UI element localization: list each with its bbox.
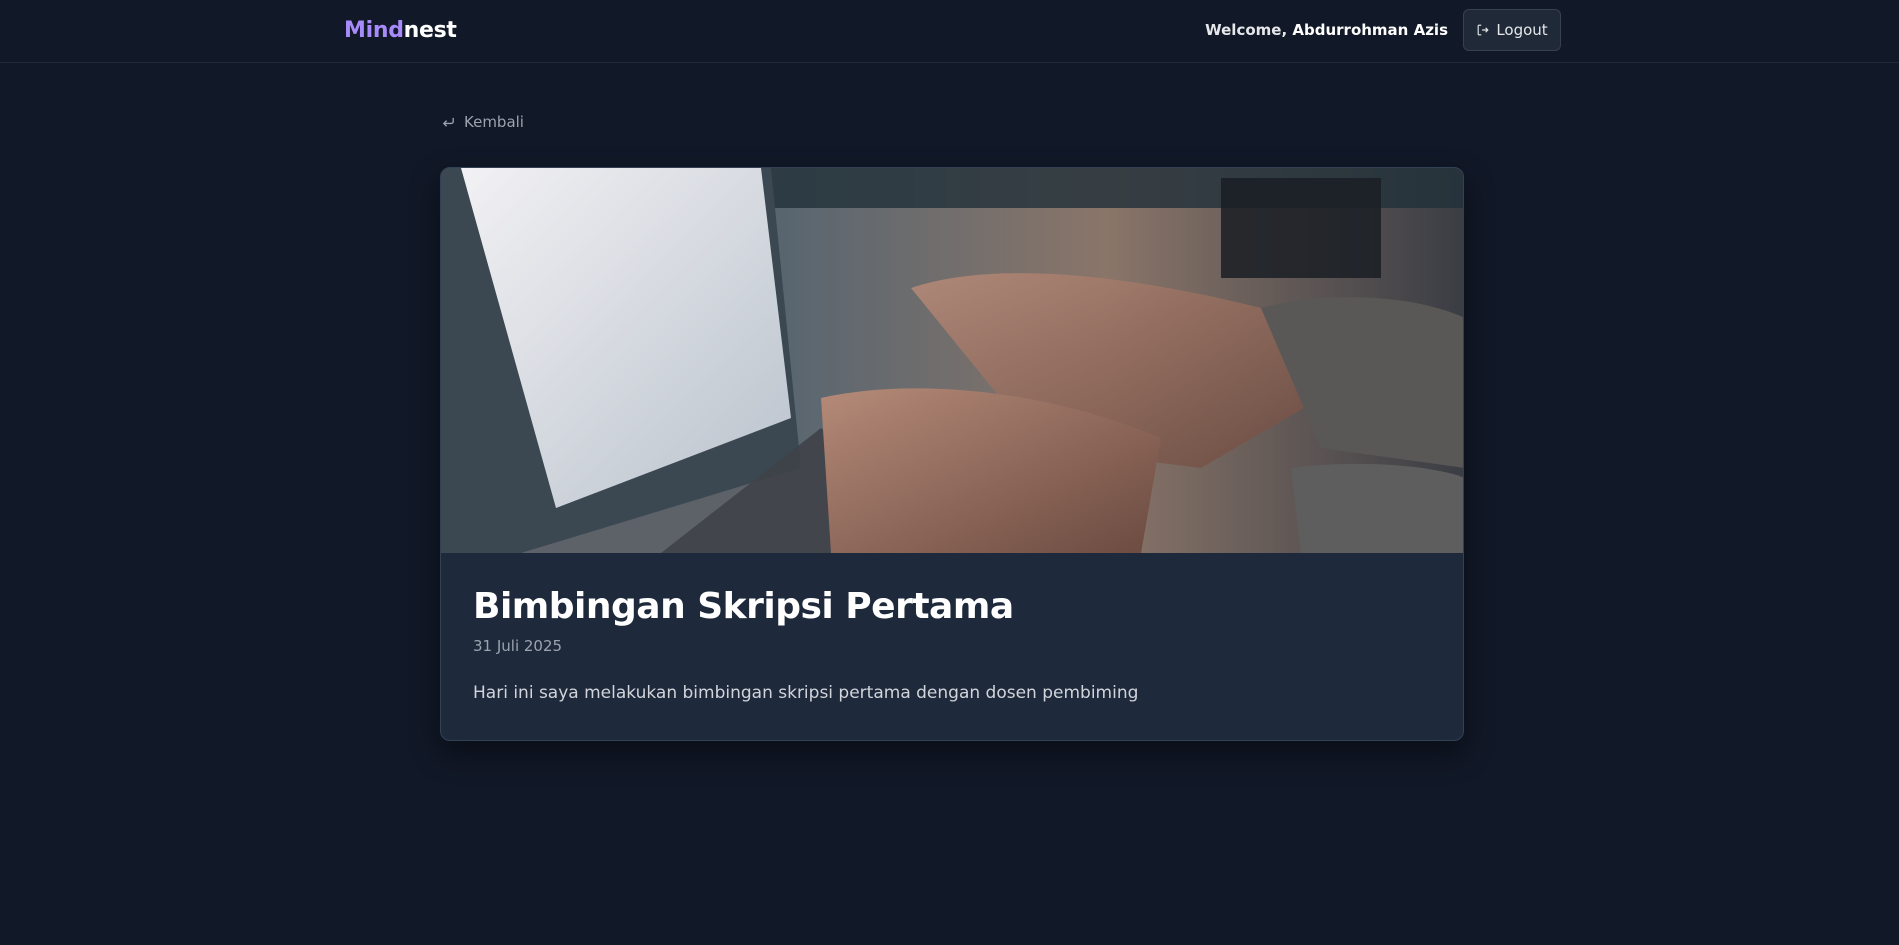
entry-body: Bimbingan Skripsi Pertama 31 Juli 2025 H… [441, 553, 1463, 703]
logo-text-mind: Mind [344, 18, 404, 43]
app-logo[interactable]: Mindnest [344, 18, 457, 43]
welcome-label: Welcome, [1205, 21, 1288, 39]
logo-text-nest: nest [403, 18, 457, 43]
logout-button[interactable]: Logout [1463, 9, 1561, 51]
back-label: Kembali [464, 113, 524, 131]
welcome-message: Welcome, Abdurrohman Azis [1205, 21, 1448, 39]
return-arrow-icon [442, 117, 454, 127]
entry-title: Bimbingan Skripsi Pertama [473, 586, 1014, 627]
laptop-typing-photo [441, 168, 1463, 553]
logout-label: Logout [1496, 21, 1548, 39]
entry-cover-image [441, 168, 1463, 553]
user-name: Abdurrohman Azis [1292, 21, 1448, 39]
back-link[interactable]: Kembali [441, 113, 524, 131]
entry-content: Hari ini saya melakukan bimbingan skrips… [473, 683, 1139, 703]
entry-date: 31 Juli 2025 [473, 637, 563, 655]
top-navbar: Mindnest Welcome, Abdurrohman Azis Logou… [0, 0, 1899, 63]
logout-icon [1477, 24, 1489, 36]
journal-entry-card: Bimbingan Skripsi Pertama 31 Juli 2025 H… [440, 167, 1464, 741]
